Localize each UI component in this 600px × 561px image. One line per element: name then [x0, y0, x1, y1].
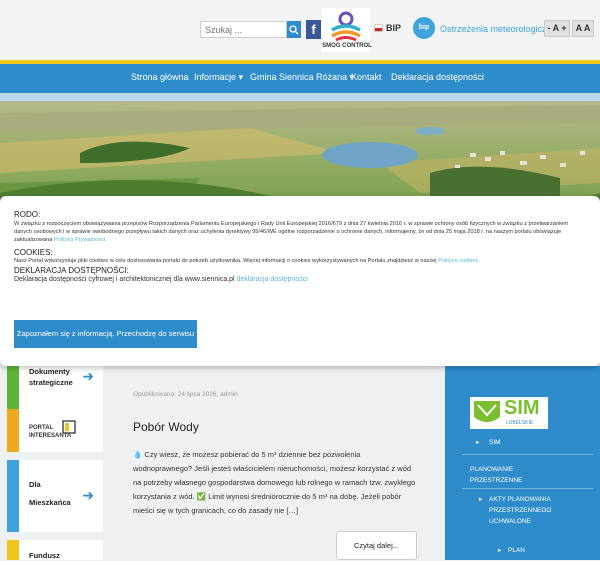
nav-item-kontakt[interactable]: Kontakt	[351, 72, 382, 82]
right-menu-divider	[462, 454, 593, 455]
cookies-text: Nasz Portal wykorzystuje pliki cookies w…	[14, 258, 437, 264]
right-menu-item-plan[interactable]: PLAN	[508, 545, 525, 556]
nav-item-informacje[interactable]: Informacje ▾	[194, 72, 243, 83]
accessibility-heading: DEKLARACJA DOSTĘPNOŚCI:	[14, 266, 129, 275]
right-menu-item-planowanie[interactable]: PLANOWANIE PRZESTRZENNE	[470, 464, 540, 486]
sidebar-card-fundusz[interactable]: Fundusz	[7, 540, 103, 560]
sim-logo-sub: LUBELSKIE	[506, 420, 534, 426]
weather-warnings-link[interactable]: Ostrzeżenia meteorologiczne	[440, 24, 557, 34]
privacy-policy-link[interactable]: Polityka Prywatności.	[54, 237, 107, 243]
right-menu-bullet-icon: ▸	[498, 547, 502, 554]
sim-emblem-icon	[474, 401, 500, 422]
sim-logo[interactable]: SIM LUBELSKIE	[470, 397, 548, 429]
right-menu-item-sim[interactable]: SIM	[489, 437, 501, 448]
card-color-bar	[7, 460, 19, 532]
portal-emblem-icon	[62, 420, 76, 434]
accept-cookies-button[interactable]: Zapoznałem się z informacją. Przechodzę …	[14, 320, 197, 348]
main-navigation: Strona główna Informacje ▾ Gmina Siennic…	[0, 60, 600, 93]
search-icon	[289, 24, 299, 34]
cookies-heading: COOKIES:	[14, 248, 53, 257]
read-more-button[interactable]: Czytaj dalej...	[336, 531, 417, 560]
cookies-policy-link[interactable]: Polityce cookies.	[438, 258, 480, 264]
post-title[interactable]: Pobór Wody	[133, 420, 199, 434]
top-header-bar: f SMOG CONTROL BIP bip Ostrzeżenia meteo…	[0, 0, 600, 60]
rodo-text-block: W związku z rozpoczęciem obowiązywania p…	[14, 220, 586, 244]
card-color-bar	[7, 540, 19, 560]
nav-item-deklaracja[interactable]: Deklaracja dostępności	[391, 72, 484, 82]
card-color-bar	[7, 366, 19, 410]
card-label: Dokumenty strategiczne	[29, 367, 73, 387]
font-size-button[interactable]: - A +	[544, 20, 570, 37]
search-input[interactable]	[200, 21, 287, 38]
accessibility-link[interactable]: deklaracja dostępności	[237, 276, 308, 283]
cookie-consent-banner: RODO: W związku z rozpoczęciem obowiązyw…	[0, 196, 600, 366]
card-color-bar	[7, 409, 19, 452]
sim-logo-text: SIM	[504, 397, 540, 419]
right-menu-divider	[462, 488, 593, 489]
bip-link[interactable]: BIP	[374, 23, 401, 33]
nav-item-home[interactable]: Strona główna	[131, 72, 189, 82]
right-menu-bullet-icon: ▸	[479, 496, 483, 503]
nav-item-gmina[interactable]: Gmina Siennica Różana ▾	[250, 72, 354, 83]
contrast-button[interactable]: A A	[572, 20, 594, 37]
right-menu-item-akty[interactable]: AKTY PLANOWANIA PRZESTRZENNEGO UCHWALONE	[489, 494, 577, 527]
sidebar-card-dokumenty[interactable]: Dokumenty strategiczne ➜	[7, 366, 103, 410]
facebook-icon[interactable]: f	[306, 20, 321, 39]
bip-label: BIP	[386, 23, 402, 33]
bip-circle-icon[interactable]: bip	[413, 17, 435, 39]
card-label: Fundusz	[29, 551, 60, 560]
search-button[interactable]	[287, 21, 301, 38]
rodo-heading: RODO:	[14, 210, 41, 219]
accessibility-text-block: Deklaracja dostępności cyfrowej i archit…	[14, 275, 586, 285]
post-excerpt: 💧 Czy wiesz, że możesz pobierać do 5 m³ …	[133, 450, 416, 515]
sidebar-card-dla-mieszkanca[interactable]: Dla Mieszkańca ➜	[7, 460, 103, 532]
cookies-text-block: Nasz Portal wykorzystuje pliki cookies w…	[14, 257, 586, 265]
post-meta: Opublikowano: 24 lipca 2026, admin	[133, 391, 238, 398]
smog-control-label: SMOG CONTROL	[322, 43, 372, 49]
bip-flag-icon	[374, 24, 383, 32]
arrow-right-icon: ➜	[82, 368, 94, 384]
right-menu-bullet-icon: ▸	[476, 439, 480, 446]
right-sidebar-panel	[445, 366, 600, 560]
card-label: Dla Mieszkańca	[29, 480, 71, 507]
sidebar-card-portal-interesanta[interactable]: PORTAL INTERESANTA	[7, 409, 103, 452]
accessibility-text: Deklaracja dostępności cyfrowej i archit…	[14, 276, 235, 283]
arrow-right-icon: ➜	[82, 487, 94, 503]
